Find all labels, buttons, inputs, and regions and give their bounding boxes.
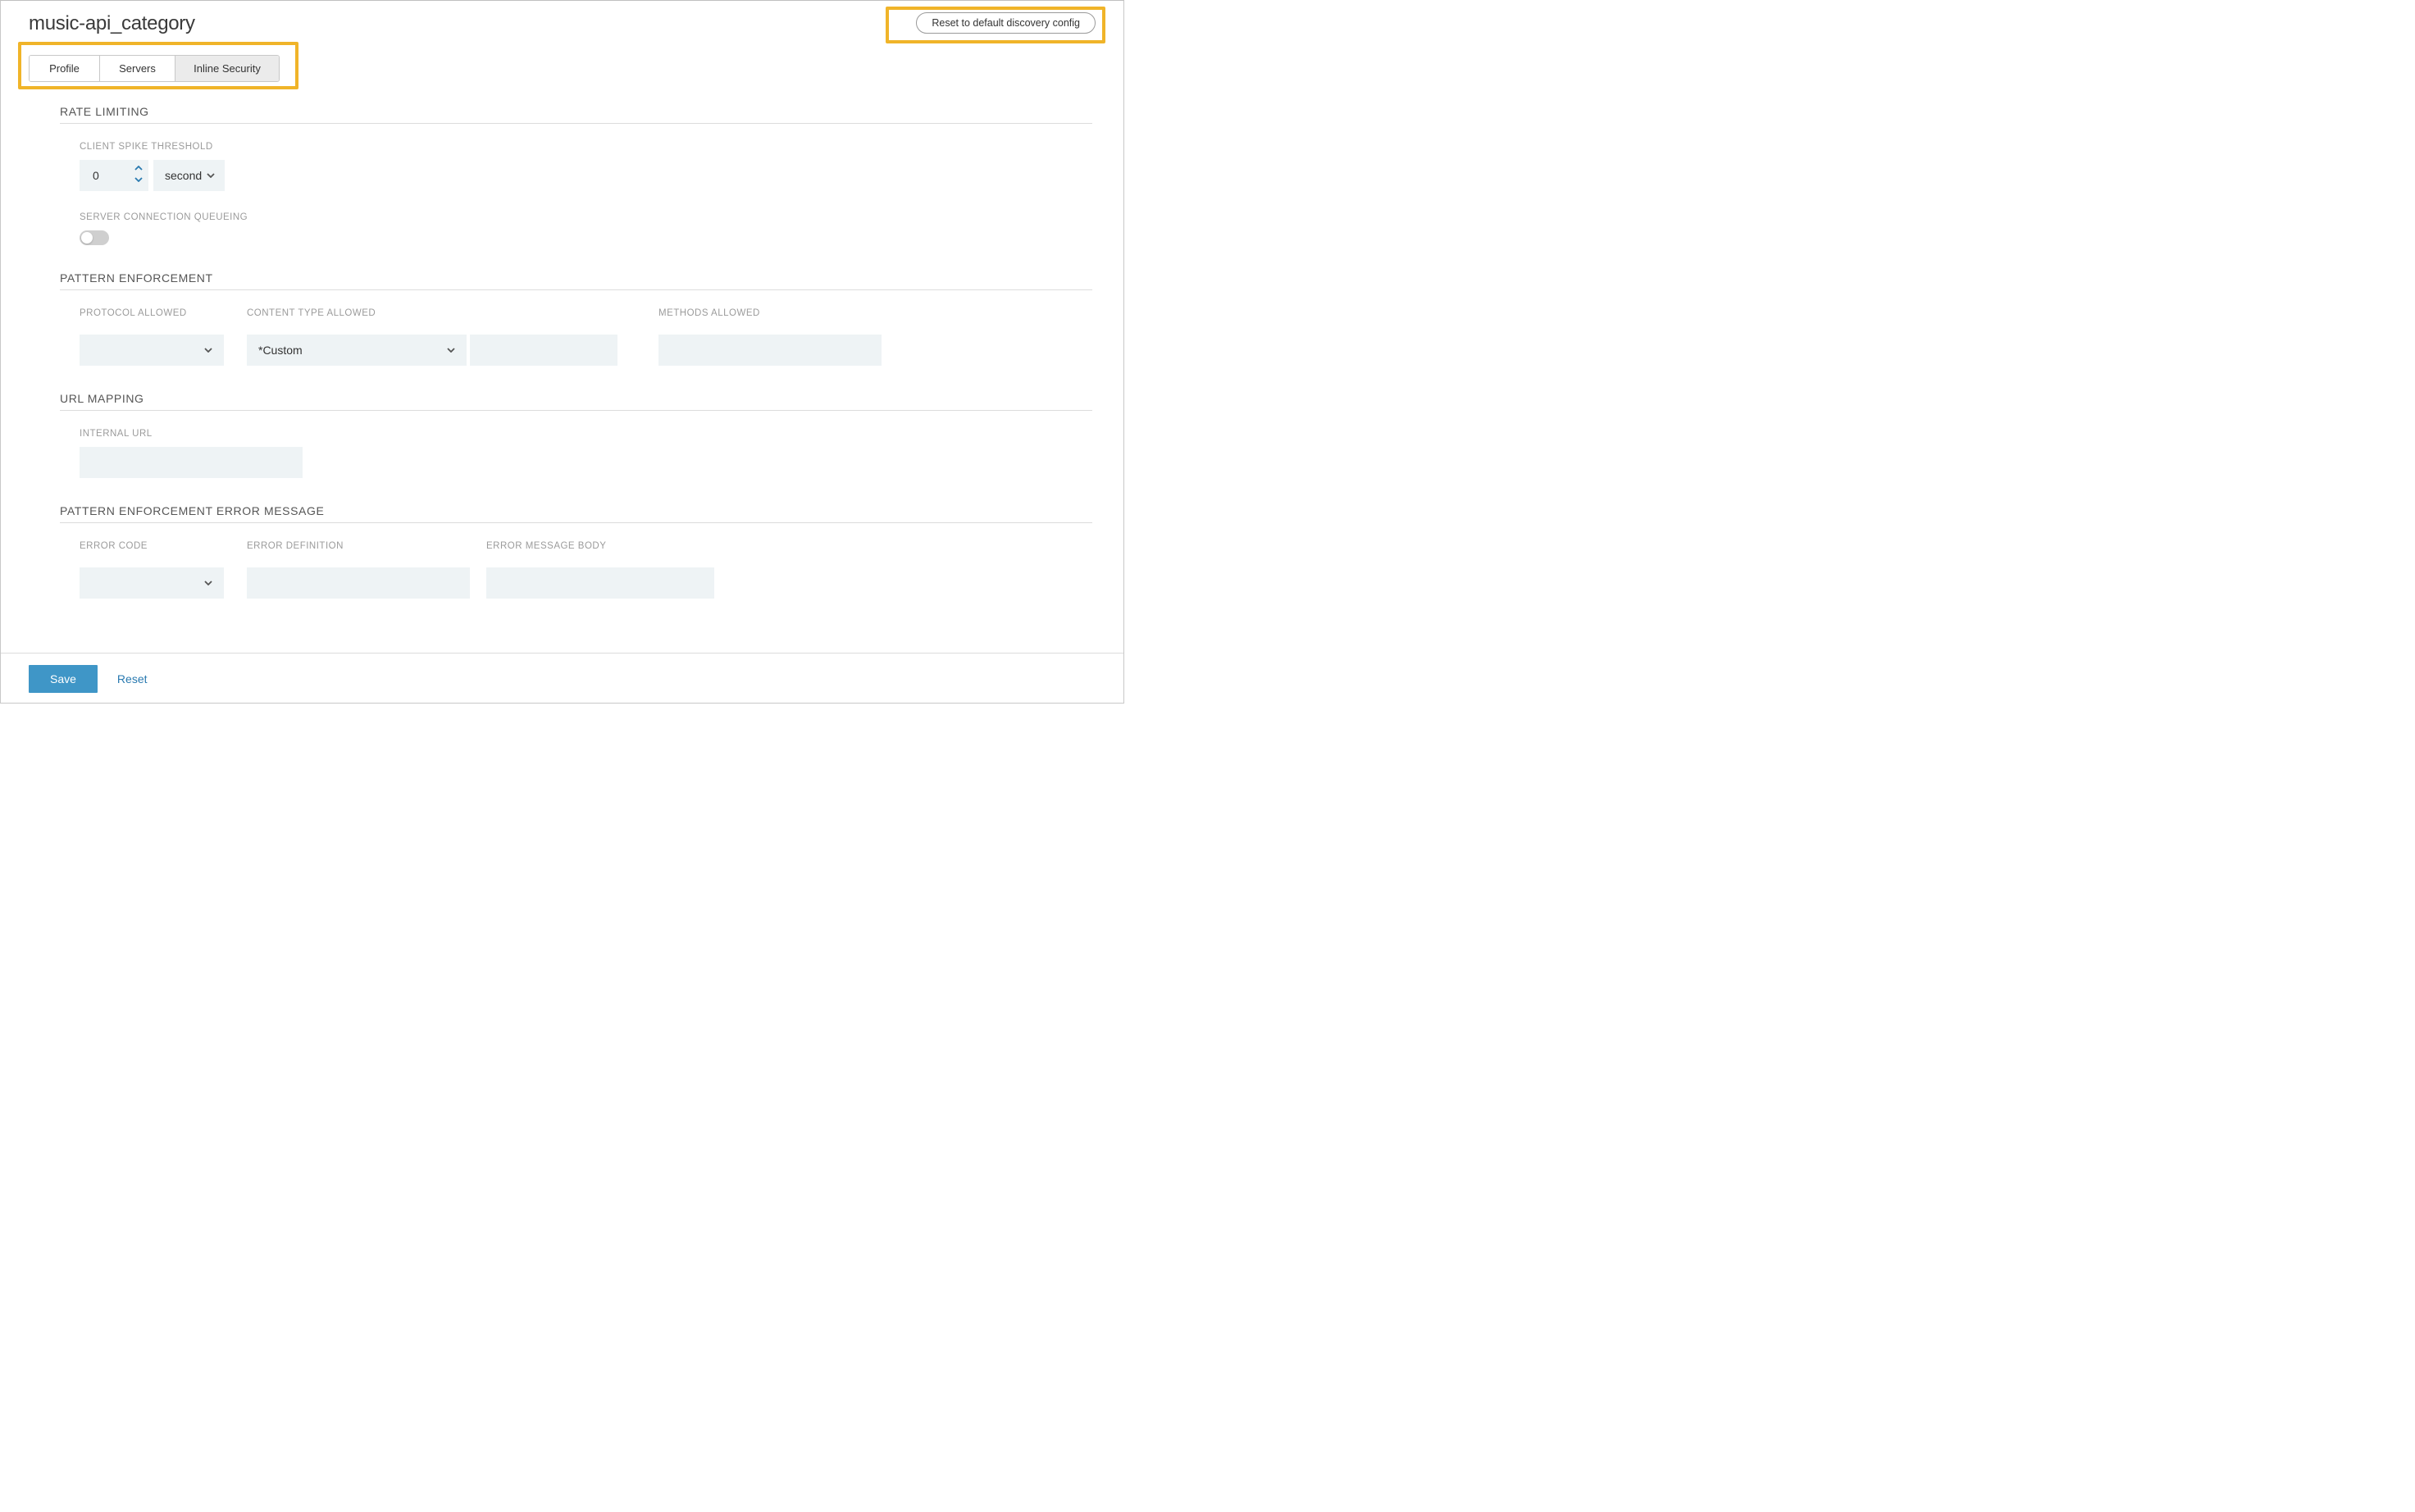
error-definition-input[interactable] <box>247 567 470 599</box>
error-body-label: ERROR MESSAGE BODY <box>486 541 714 551</box>
protocol-allowed-select[interactable] <box>80 335 224 366</box>
internal-url-input[interactable] <box>80 447 303 478</box>
error-definition-label: ERROR DEFINITION <box>247 541 470 551</box>
content-type-allowed-label: CONTENT TYPE ALLOWED <box>247 308 617 318</box>
tab-bar: Profile Servers Inline Security <box>29 55 280 82</box>
tab-servers[interactable]: Servers <box>100 56 175 81</box>
spinner-up-icon[interactable] <box>134 163 144 173</box>
chevron-down-icon <box>204 348 212 353</box>
section-error-message-title: PATTERN ENFORCEMENT ERROR MESSAGE <box>60 504 1092 523</box>
internal-url-label: INTERNAL URL <box>80 429 1092 439</box>
client-spike-threshold-value: 0 <box>93 169 99 182</box>
content-type-allowed-value: *Custom <box>258 344 303 357</box>
server-connection-queueing-label: SERVER CONNECTION QUEUEING <box>80 212 1092 222</box>
save-button[interactable]: Save <box>29 665 98 693</box>
protocol-allowed-label: PROTOCOL ALLOWED <box>80 308 224 318</box>
section-url-mapping-title: URL MAPPING <box>60 392 1092 411</box>
error-code-select[interactable] <box>80 567 224 599</box>
tab-inline-security[interactable]: Inline Security <box>175 56 279 81</box>
client-spike-threshold-label: CLIENT SPIKE THRESHOLD <box>80 142 1092 152</box>
spinner-down-icon[interactable] <box>134 175 144 184</box>
chevron-down-icon <box>204 581 212 585</box>
client-spike-unit-select[interactable]: second <box>153 160 225 191</box>
error-body-input[interactable] <box>486 567 714 599</box>
page-title: music-api_category <box>29 12 195 35</box>
chevron-down-icon <box>447 348 455 353</box>
methods-allowed-label: METHODS ALLOWED <box>658 308 882 318</box>
content-type-allowed-select[interactable]: *Custom <box>247 335 467 366</box>
reset-link[interactable]: Reset <box>117 672 148 685</box>
content-type-custom-input[interactable] <box>470 335 617 366</box>
tab-profile[interactable]: Profile <box>30 56 100 81</box>
client-spike-threshold-input[interactable]: 0 <box>80 160 148 191</box>
reset-discovery-button[interactable]: Reset to default discovery config <box>916 12 1096 34</box>
section-rate-limiting-title: RATE LIMITING <box>60 105 1092 124</box>
server-connection-queueing-toggle[interactable] <box>80 230 109 245</box>
error-code-label: ERROR CODE <box>80 541 224 551</box>
chevron-down-icon <box>207 173 215 178</box>
methods-allowed-input[interactable] <box>658 335 882 366</box>
client-spike-unit-value: second <box>165 169 202 182</box>
section-pattern-enforcement-title: PATTERN ENFORCEMENT <box>60 271 1092 290</box>
